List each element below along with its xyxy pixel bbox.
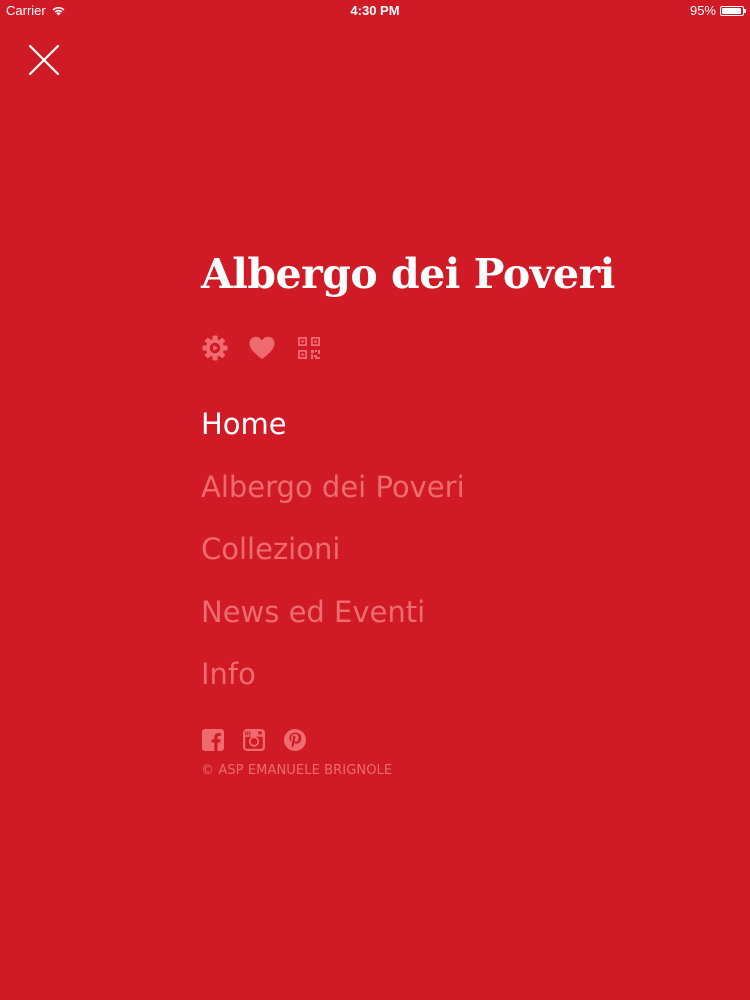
status-bar: Carrier 4:30 PM 95% xyxy=(0,0,750,22)
nav-item-home[interactable]: Home xyxy=(201,406,721,443)
side-menu: Albergo dei Poveri Home Albergo dei Pove… xyxy=(201,248,721,778)
status-time: 4:30 PM xyxy=(350,3,400,18)
facebook-link[interactable] xyxy=(201,728,225,752)
close-button[interactable] xyxy=(26,42,62,78)
settings-button[interactable] xyxy=(201,334,229,362)
status-right: 95% xyxy=(689,3,746,18)
battery-level xyxy=(722,7,741,14)
battery-percent: 95% xyxy=(689,3,716,18)
copyright-text: © ASP EMANUELE BRIGNOLE xyxy=(201,763,393,778)
heart-icon xyxy=(249,336,275,359)
battery-icon xyxy=(720,5,746,16)
nav-item-collezioni[interactable]: Collezioni xyxy=(201,531,721,568)
nav-item-news-ed-eventi[interactable]: News ed Eventi xyxy=(201,594,721,631)
toolbar xyxy=(201,334,721,362)
instagram-icon xyxy=(243,729,265,751)
nav-item-albergo-dei-poveri[interactable]: Albergo dei Poveri xyxy=(201,469,721,506)
qr-scan-button[interactable] xyxy=(295,334,323,362)
facebook-icon xyxy=(202,729,224,751)
instagram-link[interactable] xyxy=(242,728,266,752)
settings-icon xyxy=(202,335,228,361)
brand-title: Albergo dei Poveri xyxy=(201,250,615,298)
nav-item-info[interactable]: Info xyxy=(201,656,721,693)
social-links xyxy=(201,727,721,753)
favorites-button[interactable] xyxy=(248,334,276,362)
main-nav: Home Albergo dei Poveri Collezioni News … xyxy=(201,406,721,693)
qr-code-icon xyxy=(298,337,320,359)
pinterest-link[interactable] xyxy=(283,728,307,752)
pinterest-icon xyxy=(284,729,306,751)
close-icon xyxy=(28,44,60,76)
